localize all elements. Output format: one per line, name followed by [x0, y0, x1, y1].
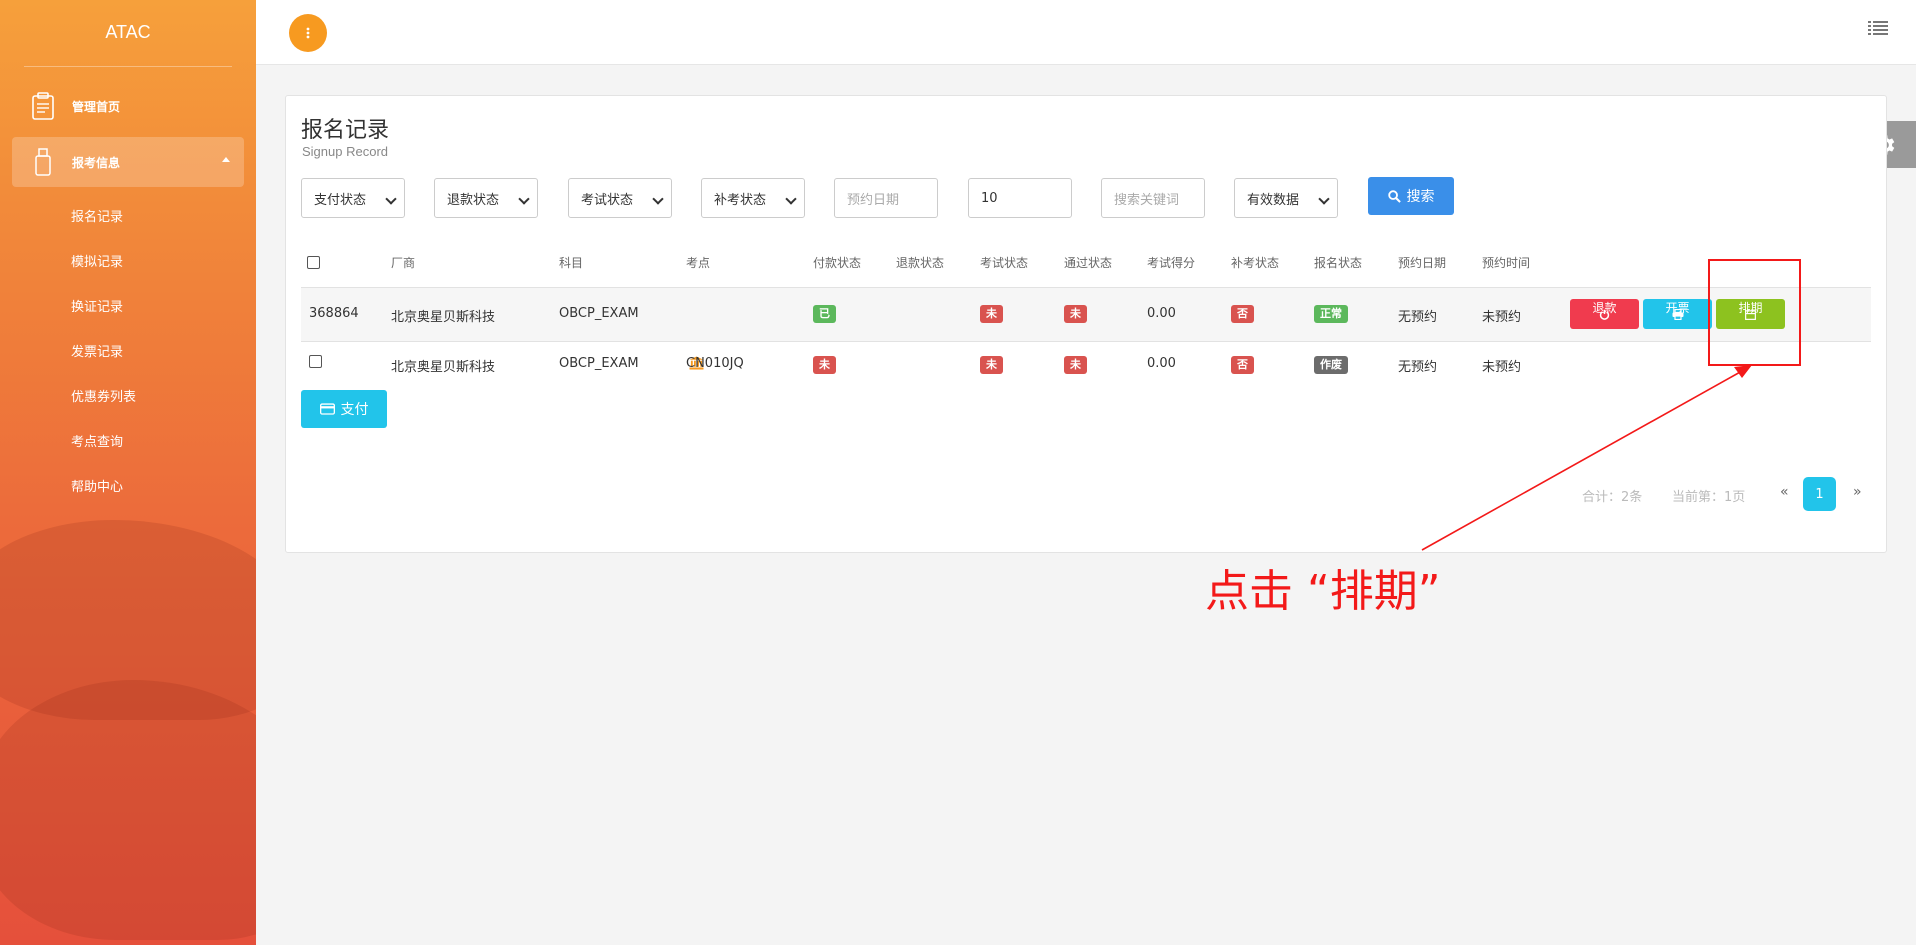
usb-drive-icon: [30, 147, 56, 177]
brand-logo: ATAC: [105, 22, 151, 42]
pagination-total: 合计：2条: [1582, 490, 1643, 505]
sidebar-subitem-cert-renewal[interactable]: 换证记录: [0, 285, 256, 330]
subject-cell: OBCP_EXAM: [559, 356, 639, 371]
search-icon: [1387, 189, 1401, 203]
more-menu-button[interactable]: [289, 14, 327, 52]
badge-text: 未: [1064, 305, 1087, 323]
column-header: 考试得分: [1147, 256, 1196, 270]
column-header: 退款状态: [896, 256, 945, 270]
vendor-cell: 北京奥星贝斯科技: [391, 310, 496, 325]
table-header: 厂商 科目 考点 付款状态 退款状态 考试状态 通过状态 考试得分 补考状态 报…: [301, 254, 1871, 284]
refund-status-select[interactable]: 退款状态: [434, 178, 538, 218]
test-site-code: CN010JQ: [686, 356, 744, 371]
search-button-label: 搜索: [1406, 189, 1435, 205]
column-header: 通过状态: [1064, 256, 1113, 270]
search-button[interactable]: 搜索: [1368, 177, 1454, 215]
pagination-current: 当前第：1页: [1672, 490, 1746, 505]
exam-status-select[interactable]: 考试状态: [568, 178, 672, 218]
makeup-status-select[interactable]: 补考状态: [701, 178, 805, 218]
refund-button-label: 退款: [1592, 301, 1617, 315]
signup-record-card: 报名记录 Signup Record 支付状态 退款状态 考试状态 补考状态 预…: [285, 95, 1887, 553]
record-id: 368864: [309, 306, 359, 321]
data-filter-value: 有效数据: [1247, 192, 1300, 208]
sidebar-subitem-test-center-query[interactable]: 考点查询: [0, 420, 256, 465]
sidebar-item-label: 报考信息: [72, 155, 121, 170]
sidebar-subitem-mock-record[interactable]: 模拟记录: [0, 240, 256, 285]
vertical-dots-icon: [306, 27, 310, 39]
column-header: 报名状态: [1314, 256, 1363, 270]
score-cell: 0.00: [1147, 306, 1176, 321]
pagination-prev[interactable]: «: [1780, 484, 1789, 500]
table-row: 北京奥星贝斯科技 OBCP_EXAM CN010JQ 未 未 未 0.00 否 …: [301, 344, 1871, 388]
pagination-next[interactable]: »: [1853, 484, 1862, 500]
sidebar-item-label: 管理首页: [72, 99, 121, 114]
badge-text: 未: [980, 356, 1003, 374]
column-header: 补考状态: [1231, 256, 1280, 270]
pay-button-label: 支付: [340, 402, 369, 418]
exam-status-value: 考试状态: [581, 192, 634, 208]
chevron-up-icon: [222, 157, 230, 162]
sidebar-subitem-coupon-list[interactable]: 优惠券列表: [0, 375, 256, 420]
badge-text: 未: [813, 356, 836, 374]
pagination-page-1[interactable]: 1: [1803, 477, 1836, 511]
sidebar-subitem-invoice-record[interactable]: 发票记录: [0, 330, 256, 375]
brand-divider: [24, 66, 232, 67]
badge-text: 正常: [1314, 305, 1348, 323]
badge-text: 未: [980, 305, 1003, 323]
pay-status-select[interactable]: 支付状态: [301, 178, 405, 218]
column-header: 付款状态: [813, 256, 862, 270]
vendor-cell: 北京奥星贝斯科技: [391, 360, 496, 375]
column-header: 预约日期: [1398, 256, 1447, 270]
list-view-icon[interactable]: [1868, 20, 1888, 36]
column-header: 考点: [686, 256, 711, 270]
badge-text: 否: [1231, 356, 1254, 374]
clipboard-icon: [30, 91, 56, 121]
column-header: 厂商: [391, 256, 416, 270]
keyword-placeholder: 搜索关键词: [1114, 192, 1180, 208]
page-subtitle: Signup Record: [302, 144, 388, 159]
credit-card-icon: [319, 403, 335, 415]
badge-text: 未: [1064, 356, 1087, 374]
sidebar-item-exam-info[interactable]: 报考信息: [12, 137, 244, 187]
test-site-cell: CN010JQ: [686, 356, 744, 372]
score-cell: 0.00: [1147, 356, 1176, 371]
invoice-button-label: 开票: [1665, 301, 1690, 315]
badge-text: 作废: [1314, 356, 1348, 374]
sidebar-subitem-help-center[interactable]: 帮助中心: [0, 465, 256, 510]
annotation-highlight-box: [1708, 259, 1801, 366]
sidebar-item-home[interactable]: 管理首页: [12, 81, 244, 131]
pay-button[interactable]: 支付: [301, 390, 387, 428]
sidebar-subitem-signup-record[interactable]: 报名记录: [0, 195, 256, 240]
table-row: 368864 北京奥星贝斯科技 OBCP_EXAM 已 未 未 0.00 否 正…: [301, 287, 1871, 342]
sidebar-rock-decoration: [0, 680, 256, 940]
column-header: 科目: [559, 256, 584, 270]
pay-status-value: 支付状态: [314, 192, 367, 208]
makeup-status-value: 补考状态: [714, 192, 767, 208]
sidebar-subnav: 报名记录 模拟记录 换证记录 发票记录 优惠券列表 考点查询 帮助中心: [0, 195, 256, 510]
page-size-value: 10: [981, 190, 998, 206]
badge-text: 否: [1231, 305, 1254, 323]
appointment-date-cell: 无预约: [1398, 310, 1438, 325]
badge-text: 已: [813, 305, 836, 323]
invoice-button[interactable]: 开票: [1643, 299, 1712, 329]
top-bar: [256, 0, 1916, 65]
keyword-search-input[interactable]: 搜索关键词: [1101, 178, 1205, 218]
subject-cell: OBCP_EXAM: [559, 306, 639, 321]
page-size-input[interactable]: 10: [968, 178, 1072, 218]
appointment-date-cell: 无预约: [1398, 360, 1438, 375]
column-header: 预约时间: [1482, 256, 1531, 270]
sidebar: ATAC 管理首页 报考信息 报名记录 模拟记录 换证记录 发票记录 优惠券列表…: [0, 0, 256, 945]
refund-button[interactable]: 退款: [1570, 299, 1639, 329]
column-header: 考试状态: [980, 256, 1029, 270]
appointment-time-cell: 未预约: [1482, 360, 1522, 375]
refund-status-value: 退款状态: [447, 192, 500, 208]
appointment-time-cell: 未预约: [1482, 310, 1522, 325]
appointment-date-input[interactable]: 预约日期: [834, 178, 938, 218]
annotation-text: 点击 “排期”: [1205, 566, 1441, 617]
data-filter-select[interactable]: 有效数据: [1234, 178, 1338, 218]
page-title: 报名记录: [301, 118, 390, 143]
appointment-date-placeholder: 预约日期: [847, 192, 900, 208]
